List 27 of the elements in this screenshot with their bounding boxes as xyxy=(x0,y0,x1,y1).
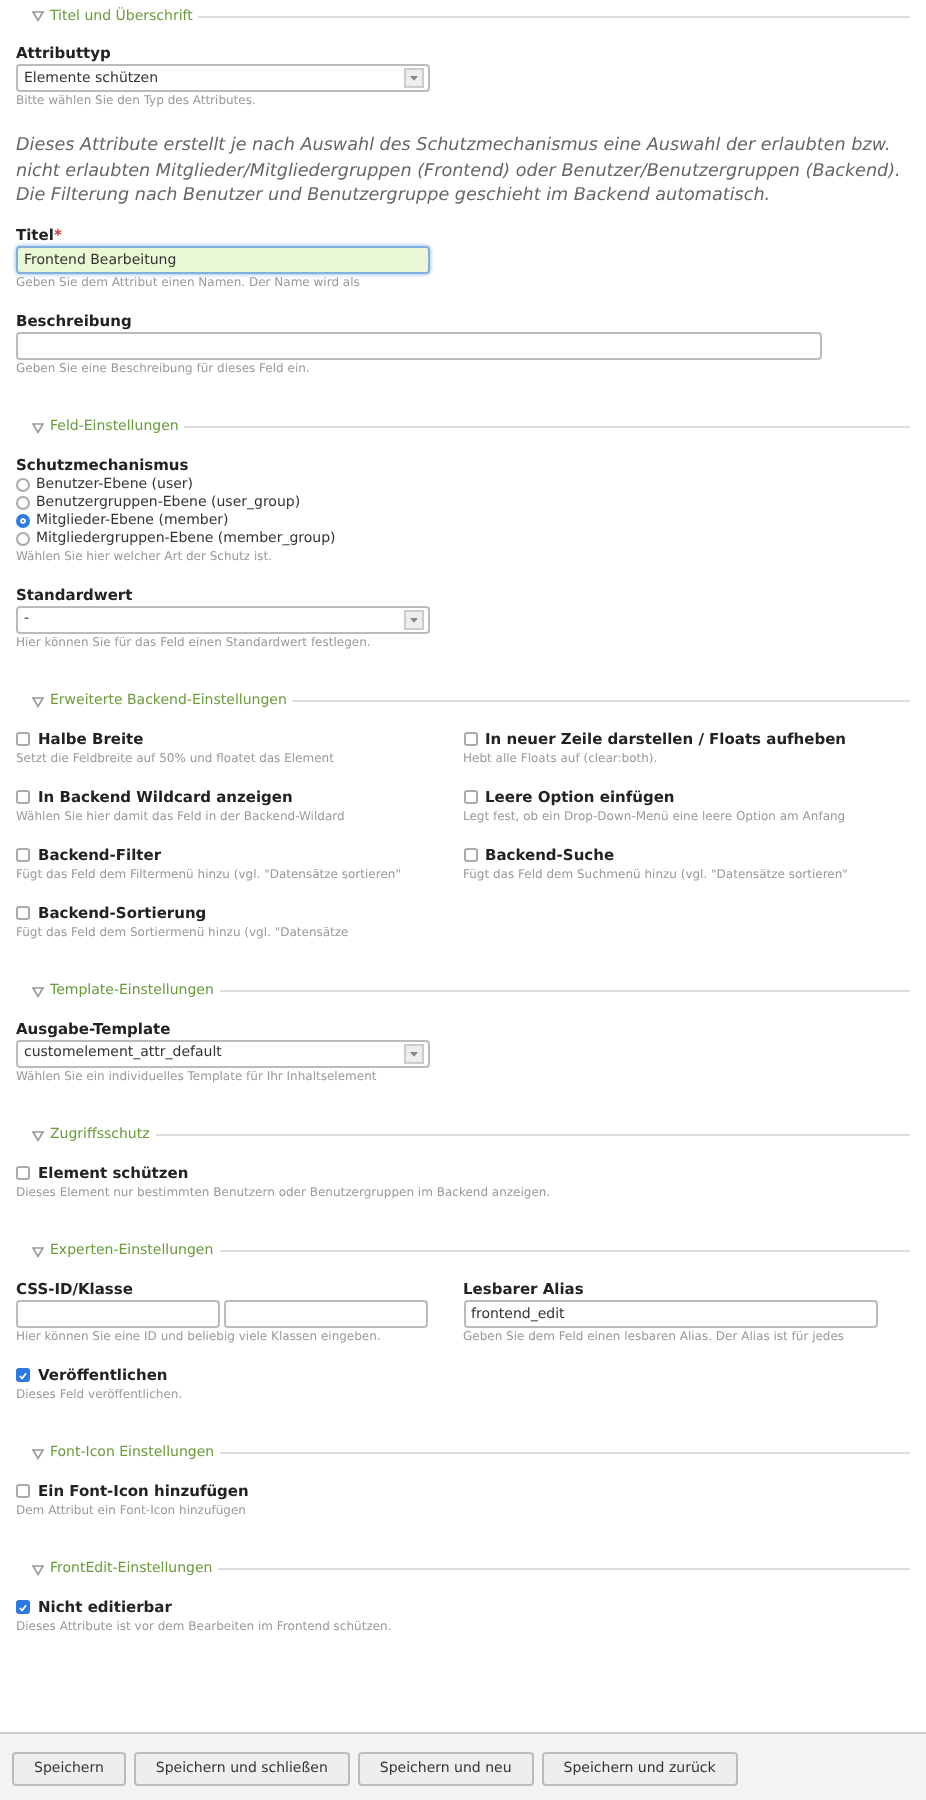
checkbox[interactable] xyxy=(463,790,477,804)
collapse-triangle-icon[interactable] xyxy=(32,1245,44,1257)
text-input-field[interactable] xyxy=(16,1299,220,1327)
info-note: Dieses Attribute erstellt je nach Auswahl des Schutzmechanismus eine Auswahl der erlaubten bzw. nicht erlaubten Mitglieder/Mitgliedergruppen (Frontend) oder Benutzer/Benutzergruppen (Backend). Die Filterung nach Benutzer und Benutzergruppe geschieht im Backend automatisch. xyxy=(16,134,903,209)
collapse-triangle-icon[interactable] xyxy=(32,985,44,997)
checkbox[interactable] xyxy=(463,732,477,746)
checkbox[interactable] xyxy=(16,848,30,862)
checkbox[interactable] xyxy=(16,906,30,920)
checkbox[interactable] xyxy=(16,732,30,746)
radio-button[interactable] xyxy=(16,495,30,509)
collapse-triangle-icon[interactable] xyxy=(32,695,44,707)
checkbox[interactable] xyxy=(16,1484,30,1498)
radio-button[interactable] xyxy=(16,477,30,491)
checkbox[interactable] xyxy=(16,1600,30,1614)
checkbox[interactable] xyxy=(16,1368,30,1382)
radio-button[interactable] xyxy=(16,531,30,545)
text-input-field[interactable] xyxy=(224,1299,428,1327)
checkbox[interactable] xyxy=(16,790,30,804)
checkbox[interactable] xyxy=(16,1166,30,1180)
collapse-triangle-icon[interactable] xyxy=(32,1447,44,1459)
checkbox[interactable] xyxy=(463,848,477,862)
collapse-triangle-icon[interactable] xyxy=(32,421,44,433)
collapse-triangle-icon[interactable] xyxy=(32,10,44,22)
collapse-triangle-icon[interactable] xyxy=(32,1129,44,1141)
text-input-field[interactable] xyxy=(16,331,822,359)
radio-button[interactable] xyxy=(16,513,30,527)
collapse-triangle-icon[interactable] xyxy=(32,1563,44,1575)
